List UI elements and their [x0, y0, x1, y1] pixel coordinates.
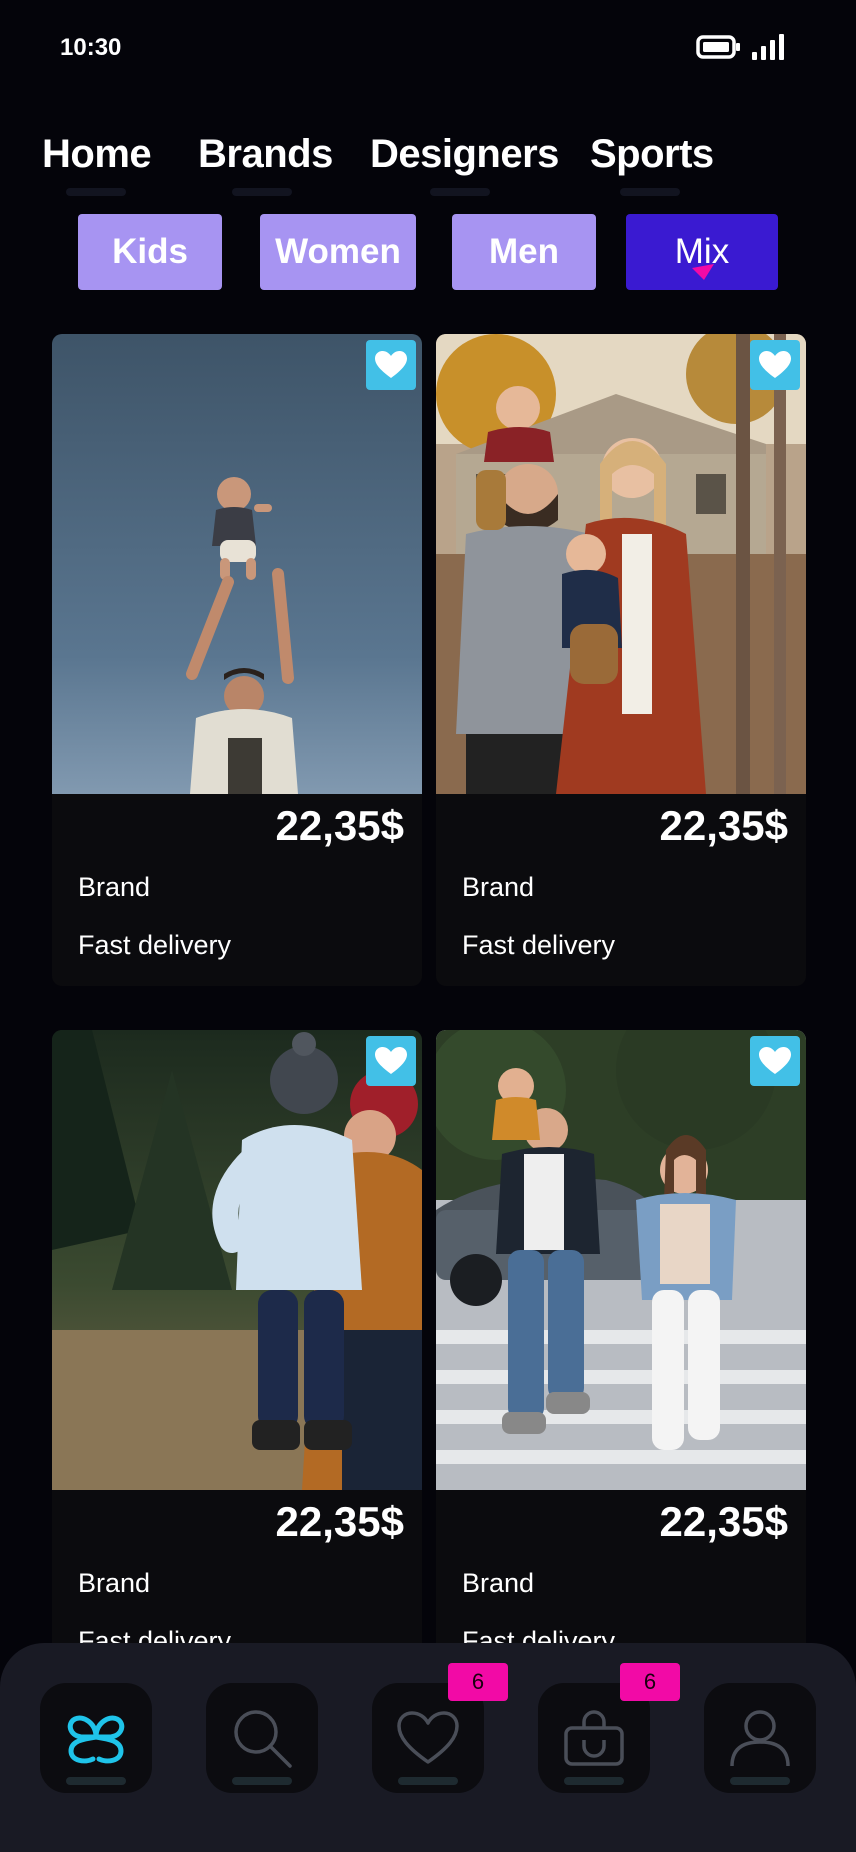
nav-search-indicator	[232, 1777, 292, 1785]
product-price: 22,35$	[659, 802, 788, 849]
product-delivery: Fast delivery	[462, 1626, 616, 1644]
battery-icon	[696, 35, 740, 59]
tab-sports[interactable]: Sports	[590, 132, 714, 202]
nav-search-button[interactable]	[206, 1683, 318, 1793]
nav-profile-button[interactable]	[704, 1683, 816, 1793]
nav-favorites-indicator	[398, 1777, 458, 1785]
product-card[interactable]: 22,35$ Brand Fast delivery	[436, 1030, 806, 1644]
filter-chips: Kids Women Men Mix	[0, 214, 856, 290]
family-crossing-street-photo	[436, 1030, 806, 1490]
father-tossing-baby-photo	[52, 334, 422, 794]
product-price: 22,35$	[659, 1498, 788, 1545]
nav-home-indicator	[66, 1777, 126, 1785]
heart-icon	[375, 1047, 407, 1074]
product-delivery: Fast delivery	[462, 930, 616, 960]
pointer-cursor-icon	[692, 264, 714, 280]
category-nav: Home Brands Designers Sports	[0, 132, 856, 202]
nav-home-button[interactable]	[40, 1683, 152, 1793]
product-card[interactable]: 22,35$ Brand Fast delivery	[52, 334, 422, 986]
product-price: 22,35$	[275, 802, 404, 849]
status-bar: 10:30	[0, 0, 856, 96]
mother-hugging-child-photo	[52, 1030, 422, 1490]
product-grid: 22,35$ Brand Fast delivery 22,35$ Brand …	[0, 334, 856, 1644]
product-delivery: Fast delivery	[78, 930, 232, 960]
product-brand: Brand	[78, 1568, 151, 1598]
product-card[interactable]: 22,35$ Brand Fast delivery	[52, 1030, 422, 1644]
tab-brands-label: Brands	[198, 132, 333, 176]
tab-home-indicator	[66, 188, 126, 196]
bag-count-badge: 6	[620, 1663, 680, 1701]
search-icon	[234, 1710, 292, 1768]
tab-designers[interactable]: Designers	[370, 132, 559, 202]
heart-icon	[375, 351, 407, 378]
profile-icon	[730, 1710, 790, 1767]
tab-home-label: Home	[42, 132, 152, 176]
favorite-button[interactable]	[750, 340, 800, 390]
signal-icon	[752, 34, 784, 60]
tab-brands-indicator	[232, 188, 292, 196]
bag-icon	[564, 1710, 624, 1766]
filter-men[interactable]: Men	[452, 214, 596, 290]
filter-mix[interactable]: Mix	[626, 214, 778, 290]
tab-home[interactable]: Home	[42, 132, 152, 202]
nav-profile-indicator	[730, 1777, 790, 1785]
nav-bag-indicator	[564, 1777, 624, 1785]
favorites-count-badge: 6	[448, 1663, 508, 1701]
heart-icon	[759, 351, 791, 378]
tab-designers-label: Designers	[370, 132, 559, 176]
product-brand: Brand	[78, 872, 151, 902]
heart-icon	[397, 1711, 459, 1764]
product-card[interactable]: 22,35$ Brand Fast delivery	[436, 334, 806, 986]
tab-sports-label: Sports	[590, 132, 714, 176]
logo-icon	[67, 1715, 125, 1764]
filter-women[interactable]: Women	[260, 214, 416, 290]
favorite-button[interactable]	[366, 340, 416, 390]
filter-kids[interactable]: Kids	[78, 214, 222, 290]
favorite-button[interactable]	[750, 1036, 800, 1086]
bottom-nav: 6 6	[0, 1643, 856, 1852]
favorite-button[interactable]	[366, 1036, 416, 1086]
product-price: 22,35$	[275, 1498, 404, 1545]
product-delivery: Fast delivery	[78, 1626, 232, 1644]
status-time: 10:30	[60, 34, 122, 61]
family-with-two-kids-photo	[436, 334, 806, 794]
heart-icon	[759, 1047, 791, 1074]
product-brand: Brand	[462, 1568, 535, 1598]
tab-sports-indicator	[620, 188, 680, 196]
tab-brands[interactable]: Brands	[198, 132, 333, 202]
product-brand: Brand	[462, 872, 535, 902]
tab-designers-indicator	[430, 188, 490, 196]
